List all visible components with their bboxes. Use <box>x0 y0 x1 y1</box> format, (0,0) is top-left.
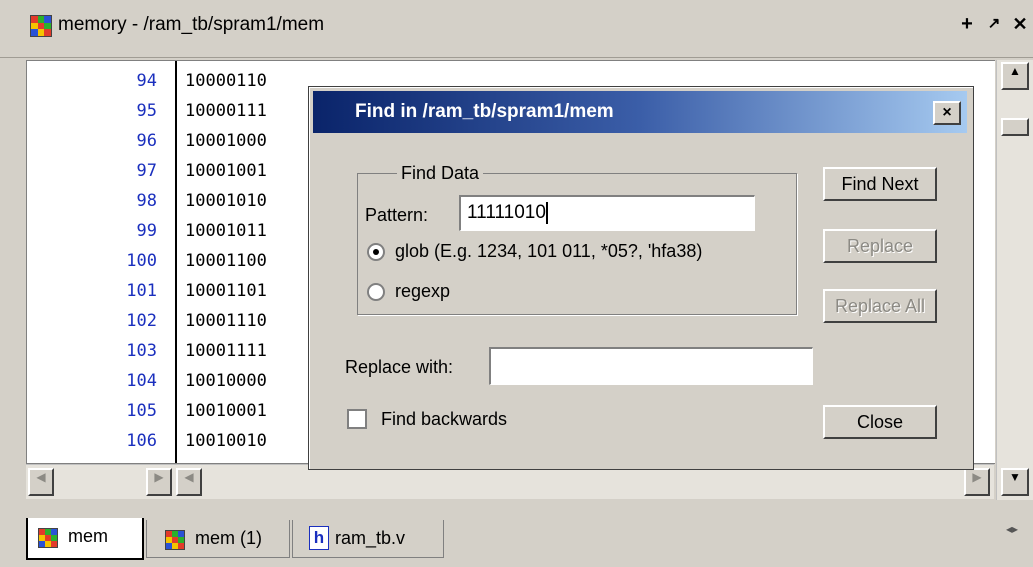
memory-value-cell[interactable]: 10010010 <box>185 431 267 451</box>
address-cell: 94 <box>136 71 157 91</box>
address-cell: 95 <box>136 101 157 121</box>
scroll-right-button[interactable]: ▶ <box>964 468 990 496</box>
memory-value-cell[interactable]: 10010001 <box>185 401 267 421</box>
memory-value-cell[interactable]: 10001001 <box>185 161 267 181</box>
dialog-titlebar: Find in /ram_tb/spram1/mem × <box>313 91 967 133</box>
memory-value-cell[interactable]: 10000110 <box>185 71 267 91</box>
tab-scroll-arrows-icon[interactable]: ◂▸ <box>996 522 1028 540</box>
memory-value-cell[interactable]: 10001011 <box>185 221 267 241</box>
tab-mem[interactable]: mem <box>26 518 144 560</box>
tab-mem-1[interactable]: mem (1) <box>146 520 290 558</box>
tab-ram-tb-v[interactable]: h ram_tb.v <box>292 520 444 558</box>
scroll-left-button[interactable]: ◀ <box>28 468 54 496</box>
address-column: 94 95 96 97 98 99 100 101 102 103 104 105 106 <box>27 61 177 463</box>
pattern-value: 11111010 <box>467 202 546 223</box>
tab-label: ram_tb.v <box>335 528 406 548</box>
undock-icon[interactable]: ↗ <box>985 14 1003 34</box>
scroll-left-button-data[interactable]: ◀ <box>176 468 202 496</box>
tab-label: mem (1) <box>195 528 262 548</box>
scroll-thumb[interactable] <box>1001 118 1029 136</box>
dialog-title: Find in /ram_tb/spram1/mem <box>355 101 614 122</box>
close-button[interactable]: Close <box>823 405 937 439</box>
replace-with-label: Replace with: <box>345 357 454 377</box>
add-pane-icon[interactable]: + <box>958 14 976 34</box>
address-cell: 106 <box>126 431 157 451</box>
address-cell: 104 <box>126 371 157 391</box>
dialog-close-icon[interactable]: × <box>933 101 961 125</box>
memory-value-cell[interactable]: 10001111 <box>185 341 267 361</box>
memory-grid-icon <box>38 528 58 548</box>
find-next-button[interactable]: Find Next <box>823 167 937 201</box>
address-cell: 101 <box>126 281 157 301</box>
close-pane-icon[interactable]: ✕ <box>1011 14 1029 34</box>
regexp-radio[interactable] <box>367 283 385 301</box>
scroll-right-button-address[interactable]: ▶ <box>146 468 172 496</box>
memory-value-cell[interactable]: 10010000 <box>185 371 267 391</box>
address-cell: 102 <box>126 311 157 331</box>
verilog-file-icon: h <box>309 526 329 550</box>
address-cell: 103 <box>126 341 157 361</box>
find-backwards-label: Find backwards <box>381 409 508 429</box>
address-cell: 100 <box>126 251 157 271</box>
find-dialog: Find in /ram_tb/spram1/mem × Find Data P… <box>308 86 974 470</box>
memory-value-cell[interactable]: 10001110 <box>185 311 267 331</box>
glob-radio[interactable] <box>367 243 385 261</box>
find-backwards-checkbox[interactable] <box>347 409 367 429</box>
memory-window-title: memory - /ram_tb/spram1/mem <box>58 14 325 35</box>
vertical-scrollbar[interactable]: ▲ ▼ <box>996 60 1033 500</box>
address-cell: 98 <box>136 191 157 211</box>
address-cell: 105 <box>126 401 157 421</box>
memory-value-cell[interactable]: 10001100 <box>185 251 267 271</box>
pattern-label: Pattern: <box>365 205 429 225</box>
pattern-input[interactable]: 11111010 <box>459 195 755 231</box>
replace-button[interactable]: Replace <box>823 229 937 263</box>
memory-value-cell[interactable]: 10001010 <box>185 191 267 211</box>
memory-grid-icon <box>30 15 52 37</box>
address-cell: 96 <box>136 131 157 151</box>
tab-label: mem <box>68 526 108 546</box>
replace-with-input[interactable] <box>489 347 813 385</box>
memory-grid-icon <box>165 530 185 550</box>
replace-all-button[interactable]: Replace All <box>823 289 937 323</box>
memory-window-titlebar: memory - /ram_tb/spram1/mem + ↗ ✕ <box>0 0 1033 58</box>
memory-value-cell[interactable]: 10001000 <box>185 131 267 151</box>
memory-value-cell[interactable]: 10001101 <box>185 281 267 301</box>
glob-label: glob (E.g. 1234, 101 011, *05?, 'hfa38) <box>395 241 703 261</box>
regexp-label: regexp <box>395 281 451 301</box>
scroll-up-button[interactable]: ▲ <box>1001 62 1029 90</box>
memory-value-cell[interactable]: 10000111 <box>185 101 267 121</box>
scroll-down-button[interactable]: ▼ <box>1001 468 1029 496</box>
address-cell: 99 <box>136 221 157 241</box>
find-data-group-label: Find Data <box>397 163 484 184</box>
address-cell: 97 <box>136 161 157 181</box>
